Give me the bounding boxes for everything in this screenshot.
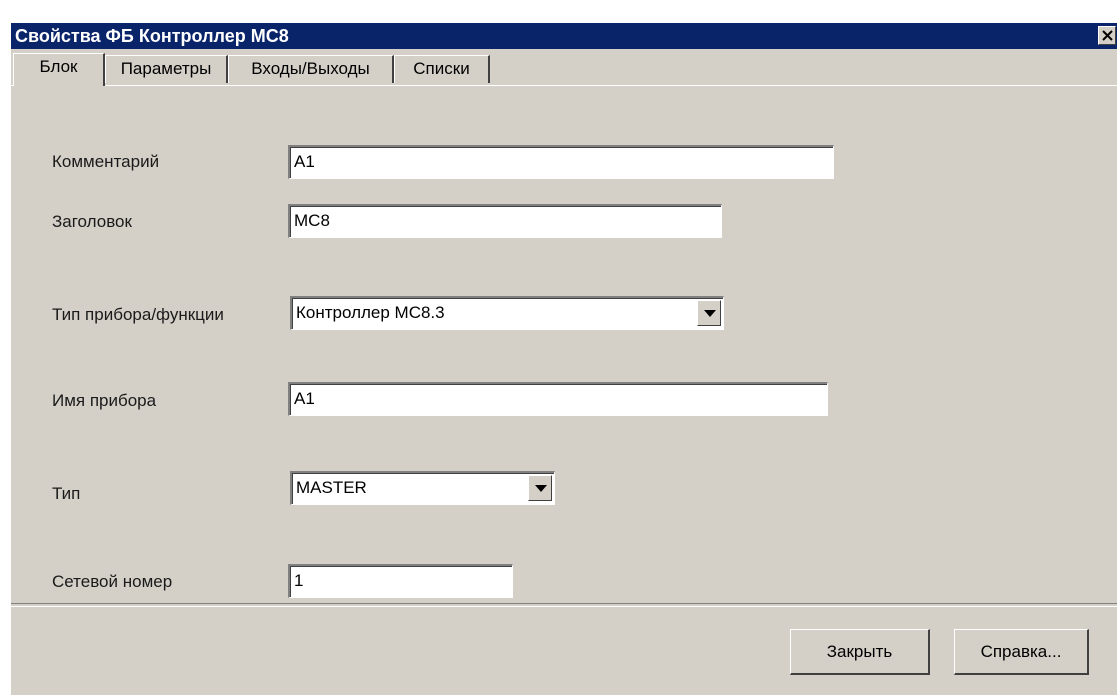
type-label: Тип [52, 484, 81, 503]
type-value: MASTER [296, 478, 367, 497]
footer-divider [11, 603, 1117, 607]
header-label: Заголовок [52, 212, 132, 231]
device-type-label: Тип прибора/функции [52, 305, 224, 324]
device-name-field[interactable]: A1 [288, 382, 828, 416]
comment-field[interactable]: A1 [288, 145, 834, 179]
tab-label: Входы/Выходы [251, 59, 370, 78]
header-field[interactable]: MC8 [288, 204, 722, 238]
tab-inputs-outputs[interactable]: Входы/Выходы [228, 55, 394, 83]
tab-block[interactable]: Блок [13, 53, 105, 86]
net-number-label: Сетевой номер [52, 572, 173, 591]
comment-label: Комментарий [52, 152, 160, 171]
close-window-button[interactable] [1098, 26, 1116, 45]
help-button[interactable]: Справка... [954, 629, 1089, 675]
device-type-dropdown-button[interactable] [697, 300, 721, 326]
tab-panel-block: Комментарий A1 Заголовок MC8 Тип прибора… [11, 85, 1117, 603]
device-type-select[interactable]: Контроллер МС8.3 [290, 296, 724, 330]
title-bar[interactable]: Свойства ФБ Контроллер МС8 [11, 23, 1117, 49]
close-icon [1102, 30, 1113, 41]
type-dropdown-button[interactable] [528, 475, 552, 501]
close-button[interactable]: Закрыть [790, 629, 930, 675]
chevron-down-icon [704, 310, 716, 317]
window-title: Свойства ФБ Контроллер МС8 [15, 26, 289, 46]
tab-parameters[interactable]: Параметры [105, 55, 228, 83]
chevron-down-icon [535, 485, 547, 492]
tab-label: Параметры [120, 59, 212, 78]
net-number-field[interactable]: 1 [288, 564, 513, 598]
tab-lists[interactable]: Списки [394, 55, 490, 83]
properties-dialog: Свойства ФБ Контроллер МС8 Блок Параметр… [10, 22, 1117, 695]
type-select[interactable]: MASTER [290, 471, 555, 505]
tab-label: Блок [39, 57, 78, 76]
device-name-label: Имя прибора [52, 391, 157, 410]
device-type-value: Контроллер МС8.3 [296, 303, 445, 322]
tab-label: Списки [413, 59, 470, 78]
